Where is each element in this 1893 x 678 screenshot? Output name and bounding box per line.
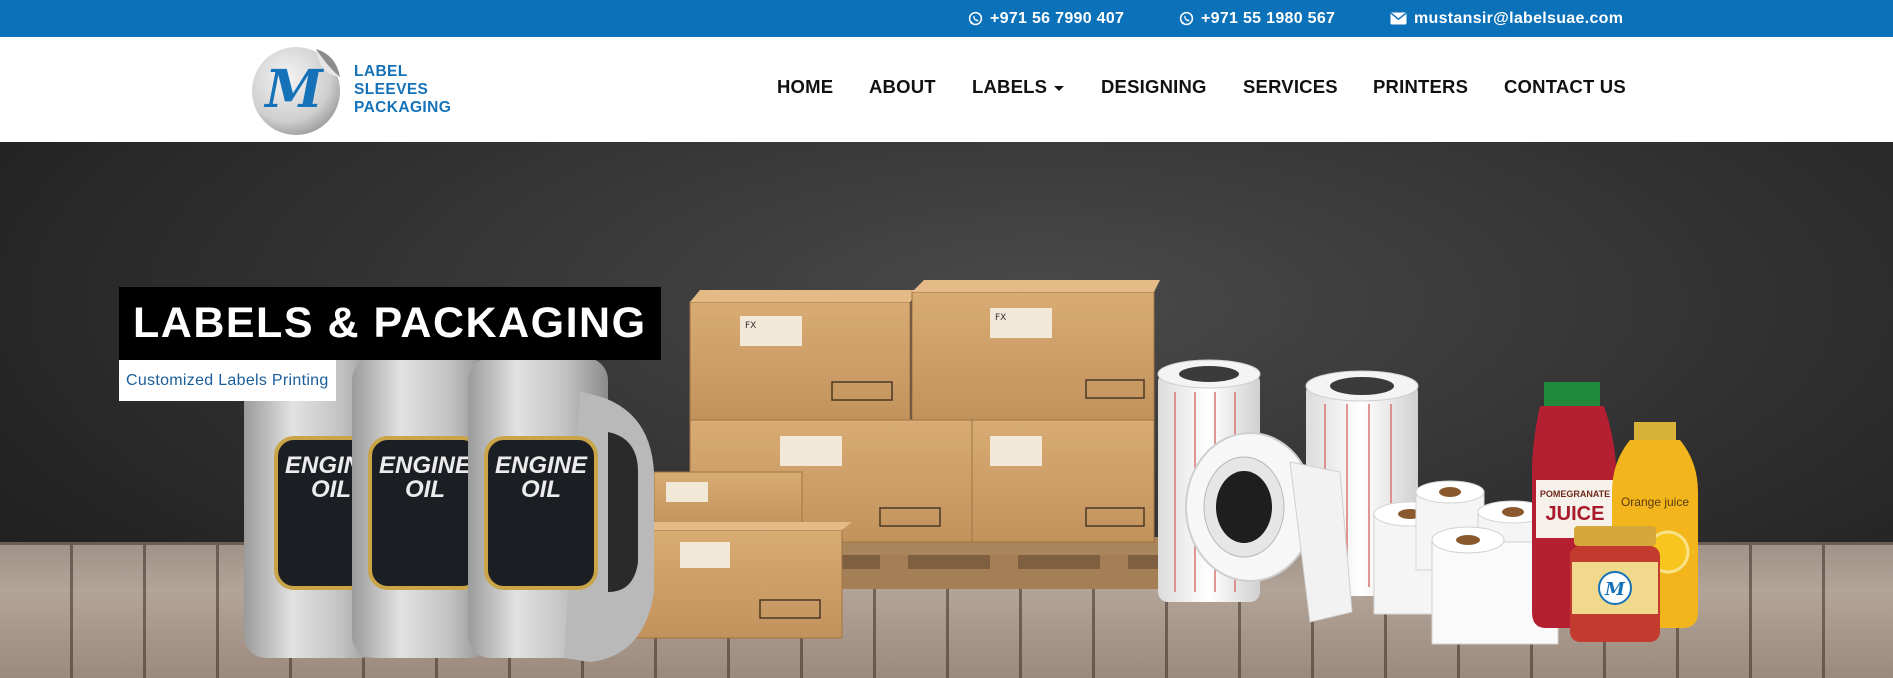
svg-text:M: M bbox=[1604, 579, 1626, 600]
nav-contact-us[interactable]: CONTACT US bbox=[1504, 75, 1626, 99]
hero-subtitle: Customized Labels Printing bbox=[119, 360, 336, 401]
svg-text:ENGINE: ENGINE bbox=[495, 452, 588, 479]
nav-printers[interactable]: PRINTERS bbox=[1373, 75, 1468, 99]
svg-text:OIL: OIL bbox=[521, 476, 561, 503]
svg-text:JUICE: JUICE bbox=[1546, 503, 1605, 525]
svg-text:M: M bbox=[263, 59, 324, 120]
email-address: mustansir@labelsuae.com bbox=[1414, 9, 1624, 27]
hero-banner: FX FX ENGINE OIL ENGINE OIL ENGINE OIL P… bbox=[0, 142, 1893, 678]
site-header: M LABEL SLEEVES PACKAGING HOME ABOUT LAB… bbox=[0, 37, 1893, 142]
svg-text:OIL: OIL bbox=[405, 476, 445, 503]
top-contact-bar: +971 56 7990 407 +971 55 1980 567 mustan… bbox=[0, 0, 1893, 37]
svg-text:FX: FX bbox=[745, 321, 756, 331]
nav-services[interactable]: SERVICES bbox=[1243, 75, 1338, 99]
phone-number-1: +971 56 7990 407 bbox=[990, 9, 1125, 27]
site-logo[interactable]: M LABEL SLEEVES PACKAGING bbox=[250, 41, 460, 137]
svg-text:OIL: OIL bbox=[311, 476, 351, 503]
nav-home[interactable]: HOME bbox=[777, 75, 833, 99]
whatsapp-icon bbox=[968, 11, 983, 26]
logo-mark-icon: M bbox=[252, 47, 340, 135]
email-link[interactable]: mustansir@labelsuae.com bbox=[1390, 0, 1623, 37]
hero-title: LABELS & PACKAGING bbox=[119, 287, 661, 360]
nav-about[interactable]: ABOUT bbox=[869, 75, 936, 99]
svg-text:POMEGRANATE: POMEGRANATE bbox=[1540, 489, 1610, 499]
jam-jar: M bbox=[1570, 526, 1660, 642]
logo-line-sleeves: SLEEVES bbox=[354, 81, 429, 98]
nav-designing[interactable]: DESIGNING bbox=[1101, 75, 1207, 99]
phone-link-1[interactable]: +971 56 7990 407 bbox=[968, 0, 1124, 37]
nav-labels-text: LABELS bbox=[972, 76, 1048, 97]
logo-line-packaging: PACKAGING bbox=[354, 99, 452, 116]
svg-text:FX: FX bbox=[995, 313, 1006, 323]
phone-link-2[interactable]: +971 55 1980 567 bbox=[1179, 0, 1335, 37]
blank-label-rolls bbox=[1373, 480, 1559, 645]
wooden-pallet bbox=[838, 537, 1168, 589]
logo-text: LABEL SLEEVES PACKAGING bbox=[354, 63, 451, 117]
engine-oil-bottles: ENGINE OIL ENGINE OIL ENGINE OIL bbox=[244, 358, 654, 662]
svg-text:ENGINE: ENGINE bbox=[379, 452, 472, 479]
whatsapp-icon bbox=[1179, 11, 1194, 26]
nav-labels[interactable]: LABELS bbox=[972, 75, 1065, 99]
product-showcase-image: FX FX ENGINE OIL ENGINE OIL ENGINE OIL P… bbox=[244, 280, 1698, 662]
envelope-icon bbox=[1390, 12, 1407, 25]
svg-text:Orange juice: Orange juice bbox=[1621, 495, 1689, 509]
caret-down-icon bbox=[1054, 85, 1065, 91]
phone-number-2: +971 55 1980 567 bbox=[1201, 9, 1336, 27]
logo-line-label: LABEL bbox=[354, 63, 408, 80]
